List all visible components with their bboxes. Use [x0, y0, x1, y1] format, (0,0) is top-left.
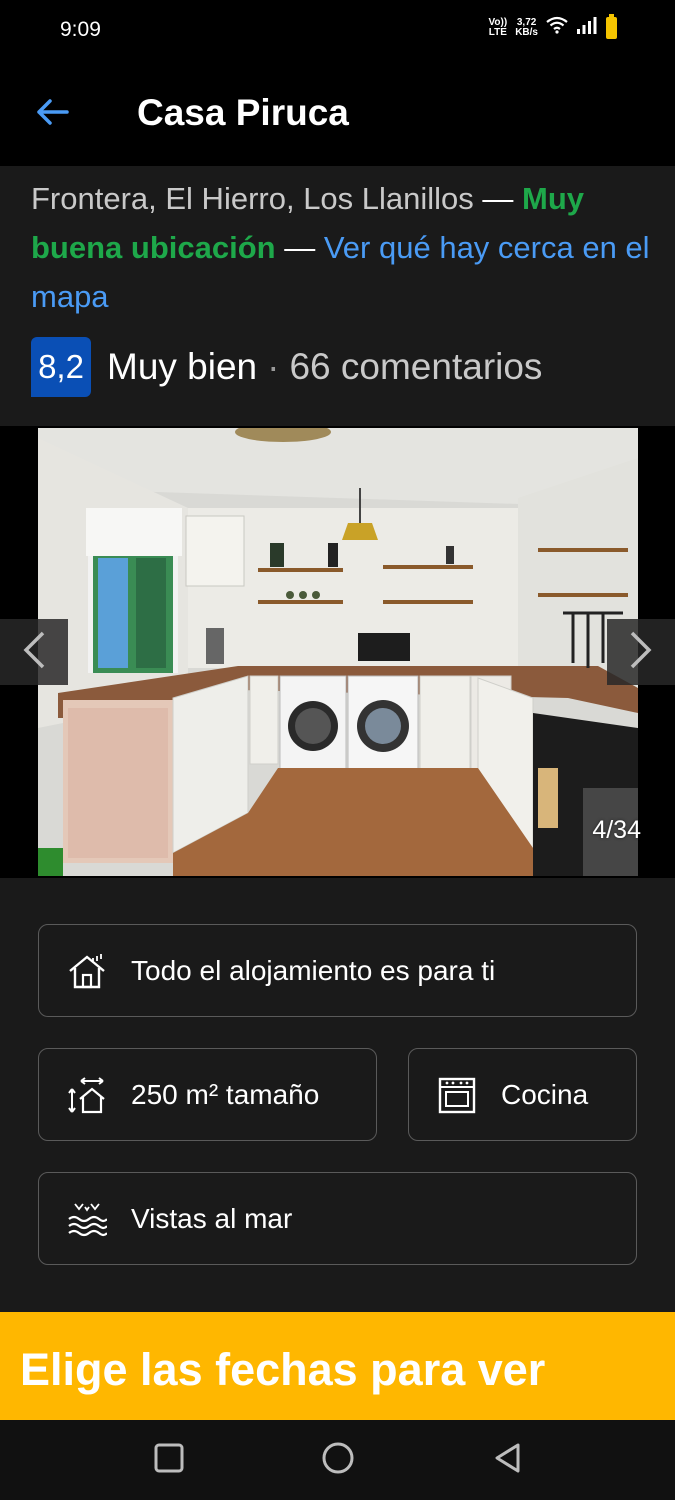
oven-icon: [435, 1073, 479, 1117]
status-icons: Vo)) LTE 3,72 KB/s: [488, 13, 617, 39]
battery-icon: [606, 13, 617, 39]
home-button[interactable]: [318, 1440, 358, 1480]
photo-gallery: 4/34: [0, 426, 675, 878]
feature-sea-view: Vistas al mar: [38, 1172, 637, 1265]
gallery-prev-button[interactable]: [0, 619, 68, 685]
address: Frontera, El Hierro, Los Llanillos: [31, 181, 474, 216]
rating-label: Muy bien: [107, 346, 258, 387]
location-text: Frontera, El Hierro, Los Llanillos — Muy…: [31, 181, 650, 314]
square-icon: [154, 1443, 184, 1478]
feature-label: Vistas al mar: [131, 1202, 293, 1234]
choose-dates-label: Elige las fechas para ver: [20, 1344, 546, 1395]
status-time: 9:09: [60, 18, 101, 41]
rating-separator: ·: [267, 346, 280, 387]
back-arrow-icon: [35, 98, 69, 131]
gallery-next-button[interactable]: [607, 619, 675, 685]
feature-size: 250 m² tamaño: [38, 1048, 377, 1141]
sea-view-icon: [65, 1197, 109, 1241]
system-navigation-bar: [0, 1420, 675, 1500]
feature-entire-place: Todo el alojamiento es para ti: [38, 924, 637, 1017]
rating-row[interactable]: 8,2 Muy bien · 66 comentarios: [31, 337, 542, 397]
features-section: Todo el alojamiento es para ti 250 m² ta…: [0, 878, 675, 1312]
feature-kitchen: Cocina: [408, 1048, 637, 1141]
circle-icon: [321, 1441, 355, 1480]
chevron-left-icon: [21, 630, 47, 675]
feature-label: Cocina: [501, 1078, 589, 1110]
recent-apps-button[interactable]: [149, 1440, 189, 1480]
signal-icon: [576, 16, 598, 39]
back-button[interactable]: [30, 92, 74, 136]
app-bar: Casa Piruca: [0, 62, 675, 166]
property-info: Frontera, El Hierro, Los Llanillos — Muy…: [0, 166, 675, 426]
status-bar: 9:09 Vo)) LTE 3,72 KB/s: [0, 0, 675, 62]
wifi-icon: [546, 16, 568, 39]
feature-label: Todo el alojamiento es para ti: [131, 954, 496, 986]
back-nav-button[interactable]: [487, 1440, 527, 1480]
review-count[interactable]: 66 comentarios: [289, 346, 542, 388]
chevron-right-icon: [628, 630, 654, 675]
choose-dates-banner[interactable]: Elige las fechas para ver: [0, 1312, 675, 1420]
network-speed: 3,72 KB/s: [515, 16, 538, 38]
photo-counter: 4/34: [592, 816, 641, 844]
page-title: Casa Piruca: [137, 92, 349, 133]
feature-label: 250 m² tamaño: [131, 1078, 320, 1110]
score-badge: 8,2: [31, 337, 91, 397]
triangle-back-icon: [492, 1442, 522, 1479]
house-icon: [65, 949, 109, 993]
gallery-photo[interactable]: [38, 428, 638, 876]
size-icon: [65, 1073, 109, 1117]
volte-indicator: Vo)) LTE: [488, 16, 508, 38]
